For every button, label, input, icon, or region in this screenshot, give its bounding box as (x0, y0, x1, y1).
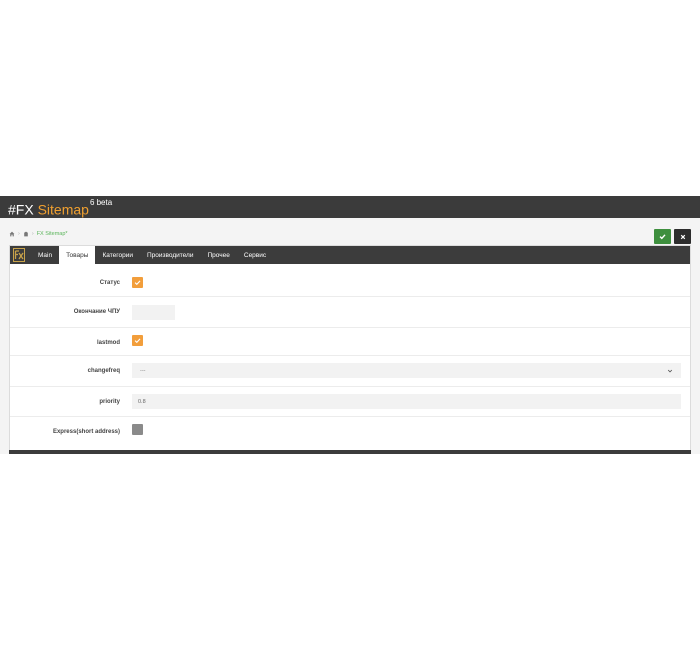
tab-main[interactable]: Main (31, 246, 59, 264)
close-button[interactable] (674, 229, 691, 244)
app-canvas: #FX Sitemap6 beta › › FX Sitemap* Main Т… (0, 0, 700, 650)
breadcrumb-separator: › (31, 231, 34, 237)
lastmod-label: lastmod (96, 340, 120, 346)
changefreq-select[interactable]: --- (132, 363, 681, 378)
breadcrumb: › › FX Sitemap* (9, 229, 68, 239)
title-prefix: #FX (8, 201, 38, 218)
status-checkbox[interactable] (132, 277, 143, 288)
priority-label: priority (99, 399, 120, 405)
form-row-lastmod: lastmod (10, 328, 690, 356)
form-row-priority: priority 0.8 (10, 387, 690, 417)
changefreq-label: changefreq (87, 368, 120, 374)
home-icon[interactable] (9, 231, 15, 237)
tab-products[interactable]: Товары (59, 246, 96, 264)
tab-manufacturers[interactable]: Производители (140, 246, 201, 264)
title-version: 6 beta (89, 198, 113, 207)
breadcrumb-current[interactable]: FX Sitemap* (37, 231, 68, 237)
chevron-down-icon (667, 369, 673, 372)
title-brand: Sitemap (37, 201, 89, 218)
changefreq-value: --- (140, 367, 146, 374)
form-row-url-ending: Окончание ЧПУ (10, 297, 690, 328)
save-button[interactable] (654, 229, 671, 244)
priority-input[interactable]: 0.8 (132, 394, 681, 409)
settings-panel: Main Товары Категории Производители Проч… (9, 245, 691, 454)
panel-footer-bar (9, 450, 691, 454)
extensions-icon[interactable] (23, 231, 29, 237)
tab-categories[interactable]: Категории (95, 246, 140, 264)
tab-bar: Main Товары Категории Производители Проч… (10, 246, 690, 264)
status-label: Статус (99, 280, 120, 286)
check-icon (134, 338, 141, 344)
close-icon (680, 234, 685, 239)
check-icon (659, 234, 666, 240)
breadcrumb-separator: › (18, 231, 20, 237)
app-header: #FX Sitemap6 beta (0, 196, 700, 218)
express-checkbox[interactable] (132, 424, 143, 435)
form-row-express: Express(short address) (10, 417, 690, 449)
app-title: #FX Sitemap6 beta (8, 197, 112, 220)
express-label: Express(short address) (52, 429, 120, 435)
form-row-changefreq: changefreq --- (10, 356, 690, 387)
fx-logo-icon (11, 246, 27, 264)
lastmod-checkbox[interactable] (132, 335, 143, 346)
form-row-status: Статус (10, 264, 690, 297)
tab-other[interactable]: Прочее (200, 246, 236, 264)
url-ending-label: Окончание ЧПУ (73, 309, 120, 315)
form-rows: Статус Окончание ЧПУ lastmod changefreq … (10, 264, 690, 449)
check-icon (134, 280, 141, 286)
url-ending-input[interactable] (132, 305, 175, 320)
tab-service[interactable]: Сервис (237, 246, 273, 264)
